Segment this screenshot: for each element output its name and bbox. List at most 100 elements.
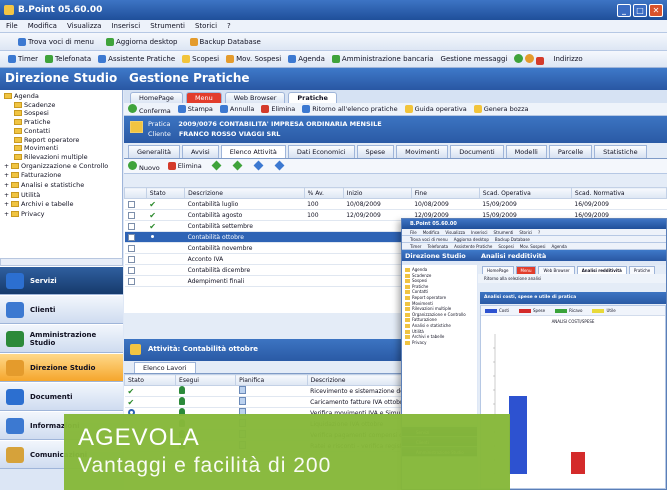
confirm-button[interactable]: Conferma [128,103,171,115]
row-checkbox[interactable] [127,255,135,263]
tree-item[interactable]: Fatturazione [4,171,122,181]
tree-item[interactable]: Privacy [4,210,122,220]
column-header[interactable]: Stato [123,374,177,386]
refresh-desktop-button[interactable]: Aggiorna desktop [105,37,178,46]
menu-modifica[interactable]: Modifica [28,22,57,30]
detail-tab[interactable]: Modelli [505,145,547,158]
overlay-menu-item[interactable]: File [410,230,417,235]
move-up-button[interactable] [210,160,223,171]
cancel-button[interactable]: Annulla [219,105,254,113]
menu-help[interactable]: ? [227,22,231,30]
practice-assistant-button[interactable]: Assistente Pratiche [98,55,175,63]
row-checkbox[interactable] [127,222,135,230]
module-button[interactable]: Amministrazione Studio [0,324,123,353]
detail-tab[interactable]: Parcelle [548,145,593,158]
guide-button[interactable]: Guida operativa [404,105,467,113]
new-button[interactable]: Nuovo [128,160,160,172]
tree-item[interactable]: Utilità [4,191,122,201]
column-header[interactable] [124,187,147,199]
pending-button[interactable]: Scopesi [182,55,219,63]
column-header[interactable]: Inizio [342,187,412,199]
print-button[interactable]: Stampa [177,105,213,113]
detail-tab[interactable]: Statistiche [594,145,647,158]
overlay-menu-item[interactable]: Strumenti [494,230,514,235]
detail-tab[interactable]: Movimenti [396,145,449,158]
module-button[interactable]: Documenti [0,382,123,411]
tab-elenco-lavori[interactable]: Elenco Lavori [134,362,196,373]
banking-button[interactable]: Amministrazione bancaria [331,55,434,63]
column-header[interactable]: Pianifica [235,374,308,386]
move-down-button[interactable] [231,160,244,171]
overlay-tab[interactable]: Analisi redditività [576,266,627,274]
column-header[interactable]: % Av. [303,187,344,199]
module-button[interactable]: Direzione Studio [0,353,123,382]
tree-item[interactable]: Sospesi [4,109,122,118]
detail-tab[interactable]: Generalità [128,145,180,158]
column-header[interactable]: Esegui [175,374,237,386]
overlay-menu-item[interactable]: Visualizza [445,230,465,235]
find-menu-button[interactable]: Trova voci di menu [18,37,94,46]
tree-item[interactable]: Agenda [4,92,122,101]
module-button[interactable]: Clienti [0,295,123,324]
tree-item[interactable]: Scadenze [4,101,122,110]
overlay-toolbar-item[interactable]: Telefonata [427,244,448,249]
overlay-toolbar-item[interactable]: Aggiorna desktop [454,237,489,242]
call-button[interactable]: Telefonata [45,55,91,63]
maximize-button[interactable]: □ [633,3,647,17]
column-header[interactable]: Descrizione [184,187,305,199]
detail-tab[interactable]: Elenco Attività [220,145,286,158]
overlay-menu-item[interactable]: Storici [519,230,532,235]
tree-item[interactable]: Report operatore [4,136,122,145]
tab-0[interactable]: HomePage [130,92,183,103]
tree-item[interactable]: Organizzazione e Controllo [4,162,122,172]
overlay-back-button[interactable]: Ritorno alla selezione analisi [484,276,541,281]
menu-strumenti[interactable]: Strumenti [150,22,185,30]
timer-button[interactable]: Timer [8,55,38,63]
overlay-toolbar-item[interactable]: Trova voci di menu [410,237,448,242]
menu-storici[interactable]: Storici [195,22,217,30]
menu-inserisci[interactable]: Inserisci [111,22,140,30]
prev-button[interactable] [252,160,265,171]
tree-item[interactable]: Movimenti [4,144,122,153]
overlay-tab[interactable]: HomePage [482,266,514,274]
row-checkbox[interactable] [127,244,135,252]
overlay-toolbar-item[interactable]: Mov. Sospesi [520,244,546,249]
table-row[interactable]: ✔ Contabilità luglio 100 10/08/2009 10/08/20… [124,198,667,210]
tab-1[interactable]: Menu [185,92,222,103]
tree-scrollbar[interactable] [0,258,123,266]
row-checkbox[interactable] [127,200,135,208]
tree-item[interactable]: Analisi e statistiche [4,181,122,191]
pending-movements-button[interactable]: Mov. Sospesi [226,55,281,63]
tree-item[interactable]: Rilevazioni multiple [4,153,122,162]
next-button[interactable] [273,160,286,171]
overlay-menu-item[interactable]: ? [538,230,540,235]
overlay-toolbar-item[interactable]: Scopesi [498,244,513,249]
column-header[interactable]: Fine [410,187,480,199]
tree-item[interactable]: Pratiche [4,118,122,127]
agenda-button[interactable]: Agenda [288,55,325,63]
detail-tab[interactable]: Documenti [450,145,504,158]
row-checkbox[interactable] [127,277,135,285]
column-header[interactable]: Scad. Normativa [570,187,667,199]
overlay-tab[interactable]: Web Browser [538,266,575,274]
close-button[interactable]: ✕ [649,3,663,17]
overlay-toolbar-item[interactable]: Backup Database [495,237,530,242]
row-checkbox[interactable] [127,211,135,219]
tab-3[interactable]: Pratiche [288,92,337,103]
draft-button[interactable]: Genera bozza [473,105,529,113]
column-header[interactable]: Scad. Operativa [478,187,572,199]
minimize-button[interactable]: _ [617,3,631,17]
overlay-tab[interactable]: Pratiche [628,266,656,274]
messages-button[interactable]: Gestione messaggi [441,55,508,63]
overlay-tab[interactable]: Menu [515,266,537,274]
detail-tab[interactable]: Spese [356,145,395,158]
overlay-tree-item[interactable]: Privacy [405,340,477,346]
overlay-toolbar-item[interactable]: Agenda [552,244,567,249]
delete-row-button[interactable]: Elimina [167,162,202,170]
detail-tab[interactable]: Avvisi [181,145,219,158]
tree-item[interactable]: Contatti [4,127,122,136]
row-checkbox[interactable] [127,233,135,241]
overlay-menu-item[interactable]: Inserisci [471,230,487,235]
overlay-toolbar-item[interactable]: Timer [410,244,421,249]
back-to-list-button[interactable]: Ritorno all'elenco pratiche [302,105,398,113]
